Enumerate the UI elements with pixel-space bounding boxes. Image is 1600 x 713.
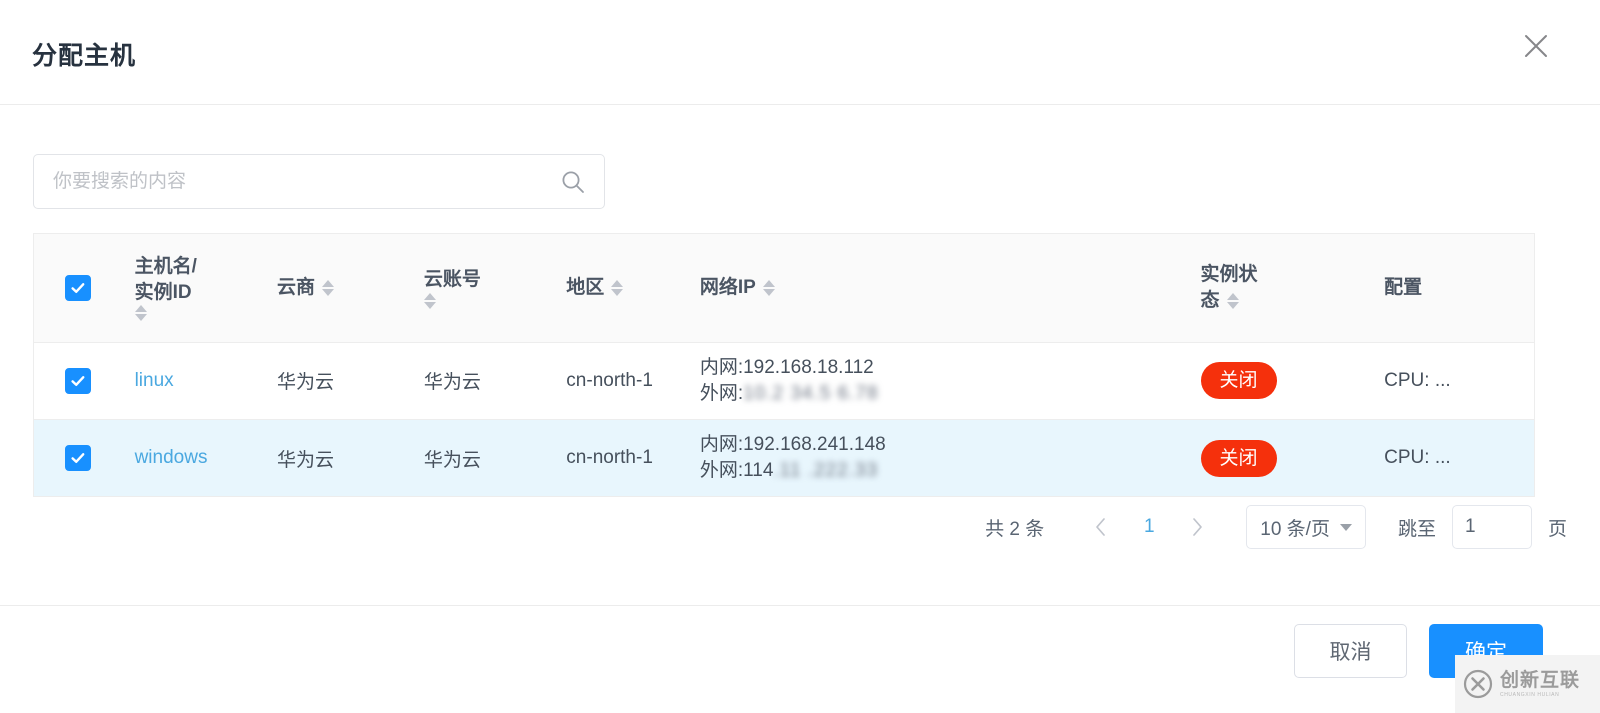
header-vendor[interactable]: 云商 bbox=[271, 234, 418, 343]
cancel-button[interactable]: 取消 bbox=[1294, 624, 1407, 678]
header-network-ip-label: 网络IP bbox=[699, 276, 756, 298]
chevron-down-icon bbox=[1339, 523, 1352, 531]
status-badge: 关闭 bbox=[1200, 439, 1277, 477]
table-head: 主机名/ 实例ID 云商 云账号 地区 网络IP 实例状 态 配置 bbox=[34, 234, 1534, 343]
extranet-ip-value: .11 .222.33 bbox=[773, 460, 879, 482]
cell-region: cn-north-1 bbox=[560, 419, 694, 498]
cell-instance-state: 关闭 bbox=[1194, 419, 1379, 498]
search-box[interactable] bbox=[33, 154, 605, 209]
header-select-all bbox=[34, 234, 129, 343]
page-size-select[interactable]: 10 条/页 bbox=[1246, 505, 1366, 549]
header-region[interactable]: 地区 bbox=[560, 234, 694, 343]
pagination: 共 2 条 1 10 条/页 跳至 页 bbox=[985, 505, 1567, 549]
host-table: 主机名/ 实例ID 云商 云账号 地区 网络IP 实例状 态 配置 linux … bbox=[34, 234, 1534, 498]
pagination-total: 共 2 条 bbox=[985, 518, 1045, 540]
header-region-label: 地区 bbox=[566, 276, 605, 298]
sort-account-icon[interactable] bbox=[423, 292, 436, 309]
extranet-ip: 外网:114.11 .222.33 bbox=[700, 458, 1189, 484]
table-row[interactable]: windows 华为云 华为云 cn-north-1 内网:192.168.24… bbox=[34, 419, 1534, 498]
row-select-cell bbox=[34, 342, 129, 420]
cell-region: cn-north-1 bbox=[560, 342, 694, 420]
sort-instance-state-icon[interactable] bbox=[1226, 292, 1239, 309]
cell-instance-state: 关闭 bbox=[1194, 342, 1379, 420]
host-name-link[interactable]: windows bbox=[135, 445, 208, 471]
cell-account: 华为云 bbox=[417, 342, 561, 420]
cell-host-name: windows bbox=[128, 419, 271, 498]
table-body: linux 华为云 华为云 cn-north-1 内网:192.168.18.1… bbox=[34, 342, 1534, 498]
intranet-ip: 内网:192.168.241.148 bbox=[699, 433, 886, 455]
confirm-button[interactable]: 确定 bbox=[1429, 624, 1543, 678]
extranet-ip-value: 10.2 34.5 6.78 bbox=[743, 382, 879, 404]
sort-vendor-icon[interactable] bbox=[322, 279, 335, 296]
table-header-row: 主机名/ 实例ID 云商 云账号 地区 网络IP 实例状 态 配置 bbox=[34, 234, 1534, 343]
cell-network-ip: 内网:192.168.18.112 外网:10.2 34.5 6.78 bbox=[693, 342, 1195, 420]
header-instance-state[interactable]: 实例状 态 bbox=[1194, 234, 1379, 343]
cell-config: CPU: ... bbox=[1378, 342, 1534, 420]
jump-label: 跳至 bbox=[1397, 518, 1436, 540]
sort-region-icon[interactable] bbox=[611, 279, 624, 296]
assign-host-dialog: 分配主机 你要搜索的内容 主机名/ 实例ID 云商 云账号 地区 网络IP 实例… bbox=[0, 0, 1600, 713]
row-select-cell bbox=[34, 419, 129, 498]
search-icon[interactable] bbox=[560, 169, 586, 195]
select-all-checkbox[interactable] bbox=[65, 274, 92, 301]
pagination-page-1[interactable]: 1 bbox=[1132, 510, 1166, 544]
extranet-ip-label: 外网: bbox=[699, 382, 744, 404]
header-vendor-label: 云商 bbox=[277, 276, 316, 298]
search-area bbox=[33, 154, 605, 209]
header-config-label: 配置 bbox=[1384, 276, 1423, 298]
page-size-label: 10 条/页 bbox=[1260, 518, 1330, 540]
dialog-header: 分配主机 bbox=[0, 0, 1600, 105]
page-title: 分配主机 bbox=[32, 42, 137, 70]
header-instance-state-label2: 态 bbox=[1200, 289, 1220, 311]
dialog-footer: 取消 确定 bbox=[0, 605, 1600, 713]
header-account[interactable]: 云账号 bbox=[417, 234, 561, 343]
header-config: 配置 bbox=[1378, 234, 1534, 343]
header-host-name[interactable]: 主机名/ 实例ID bbox=[128, 234, 271, 343]
cell-network-ip: 内网:192.168.241.148 外网:114.11 .222.33 bbox=[693, 419, 1195, 498]
chevron-left-icon[interactable] bbox=[1084, 510, 1118, 544]
jump-unit-label: 页 bbox=[1547, 518, 1567, 540]
cell-config: CPU: ... bbox=[1378, 419, 1534, 498]
header-instance-state-label: 实例状 bbox=[1200, 264, 1258, 286]
row-checkbox[interactable] bbox=[65, 367, 92, 394]
intranet-ip: 内网:192.168.18.112 bbox=[699, 356, 874, 378]
header-host-name-label: 主机名/ bbox=[134, 256, 197, 278]
close-icon[interactable] bbox=[1520, 30, 1552, 62]
sort-network-ip-icon[interactable] bbox=[762, 279, 775, 296]
cell-vendor: 华为云 bbox=[271, 342, 418, 420]
extranet-ip: 外网:10.2 34.5 6.78 bbox=[700, 381, 1189, 407]
chevron-right-icon[interactable] bbox=[1180, 510, 1214, 544]
cell-host-name: linux bbox=[128, 342, 271, 420]
row-checkbox[interactable] bbox=[65, 445, 92, 472]
status-badge: 关闭 bbox=[1200, 362, 1277, 400]
extranet-ip-label: 外网:114 bbox=[699, 460, 774, 482]
cell-account: 华为云 bbox=[417, 419, 561, 498]
header-host-name-label2: 实例ID bbox=[134, 281, 192, 303]
header-account-label: 云账号 bbox=[423, 268, 481, 290]
host-name-link[interactable]: linux bbox=[135, 368, 174, 394]
table-row[interactable]: linux 华为云 华为云 cn-north-1 内网:192.168.18.1… bbox=[34, 342, 1534, 420]
sort-host-name-icon[interactable] bbox=[134, 305, 147, 322]
host-table-container: 主机名/ 实例ID 云商 云账号 地区 网络IP 实例状 态 配置 linux … bbox=[33, 233, 1535, 498]
jump-page-input[interactable] bbox=[1451, 505, 1532, 549]
cell-vendor: 华为云 bbox=[271, 419, 418, 498]
search-input[interactable] bbox=[51, 169, 560, 194]
header-network-ip[interactable]: 网络IP bbox=[693, 234, 1195, 343]
